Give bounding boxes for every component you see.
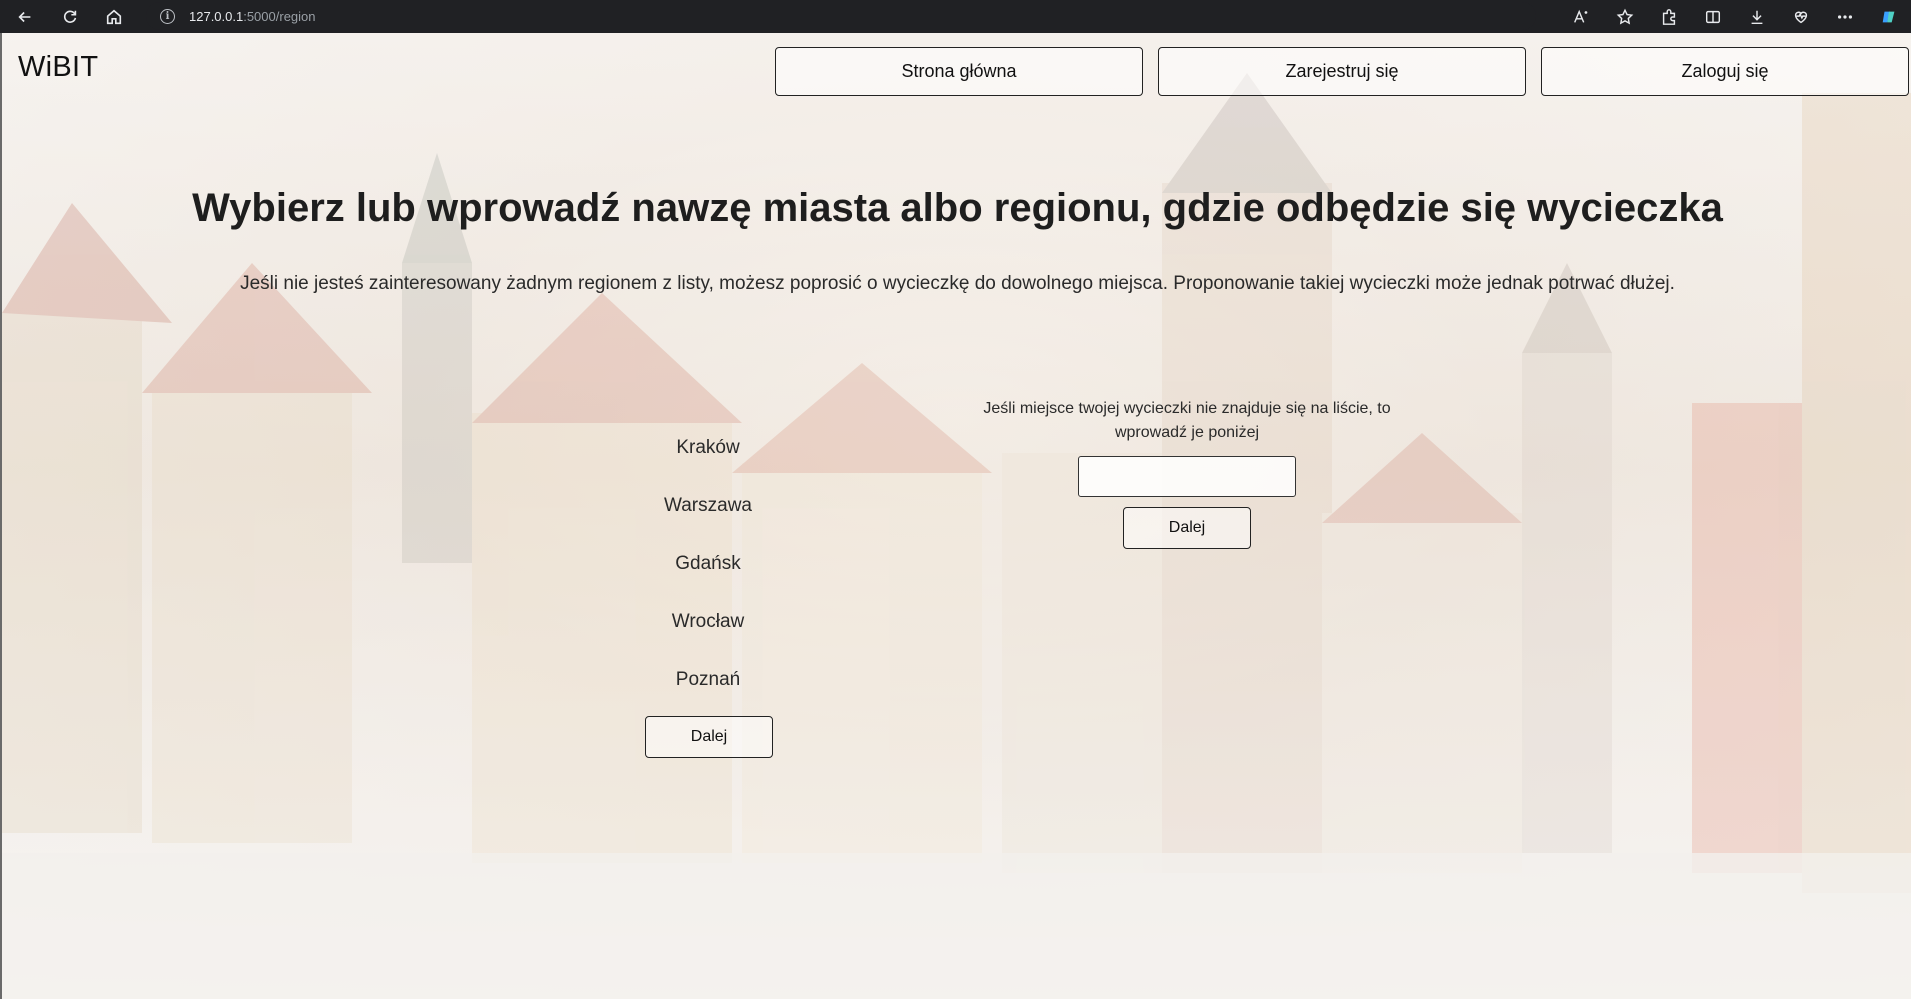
page-subtitle: Jeśli nie jesteś zainteresowany żadnym r… bbox=[240, 273, 1675, 294]
reload-icon[interactable] bbox=[57, 4, 83, 30]
url-host: 127.0.0.1 bbox=[189, 8, 244, 24]
region-option-krakow[interactable]: Kraków bbox=[608, 419, 808, 477]
extensions-icon[interactable] bbox=[1647, 0, 1691, 33]
nav-login-button[interactable]: Zaloguj się bbox=[1541, 47, 1909, 96]
custom-region-input[interactable] bbox=[1078, 456, 1296, 497]
site-logo[interactable]: WiBIT bbox=[18, 51, 98, 84]
downloads-icon[interactable] bbox=[1735, 0, 1779, 33]
region-list-next-button[interactable]: Dalej bbox=[645, 716, 773, 758]
address-bar[interactable]: i 127.0.0.1:5000/region bbox=[146, 2, 1536, 30]
home-icon[interactable] bbox=[101, 4, 127, 30]
background-town-image bbox=[2, 33, 1911, 999]
region-option-gdansk[interactable]: Gdańsk bbox=[608, 535, 808, 593]
browser-tool-icons bbox=[1559, 0, 1911, 33]
back-arrow-icon[interactable] bbox=[12, 4, 38, 30]
read-aloud-icon[interactable] bbox=[1559, 0, 1603, 33]
region-option-wroclaw[interactable]: Wrocław bbox=[608, 593, 808, 651]
split-screen-icon[interactable] bbox=[1691, 0, 1735, 33]
region-list: Kraków Warszawa Gdańsk Wrocław Poznań bbox=[608, 419, 808, 709]
copilot-icon[interactable] bbox=[1867, 0, 1911, 33]
nav-home-button[interactable]: Strona główna bbox=[775, 47, 1143, 96]
browser-toolbar: i 127.0.0.1:5000/region bbox=[0, 0, 1911, 33]
page-viewport: WiBIT Strona główna Zarejestruj się Zalo… bbox=[0, 33, 1911, 999]
favorite-star-icon[interactable] bbox=[1603, 0, 1647, 33]
custom-region-hint: Jeśli miejsce twojej wycieczki nie znajd… bbox=[983, 400, 1391, 441]
more-menu-icon[interactable] bbox=[1823, 0, 1867, 33]
region-option-poznan[interactable]: Poznań bbox=[608, 651, 808, 709]
custom-region-next-button[interactable]: Dalej bbox=[1123, 507, 1251, 549]
page-title: Wybierz lub wprowadź nawzę miasta albo r… bbox=[192, 186, 1723, 230]
info-icon[interactable]: i bbox=[160, 8, 175, 24]
region-option-warszawa[interactable]: Warszawa bbox=[608, 477, 808, 535]
browser-essentials-icon[interactable] bbox=[1779, 0, 1823, 33]
nav-register-button[interactable]: Zarejestruj się bbox=[1158, 47, 1526, 96]
url-path: :5000/region bbox=[243, 8, 316, 24]
